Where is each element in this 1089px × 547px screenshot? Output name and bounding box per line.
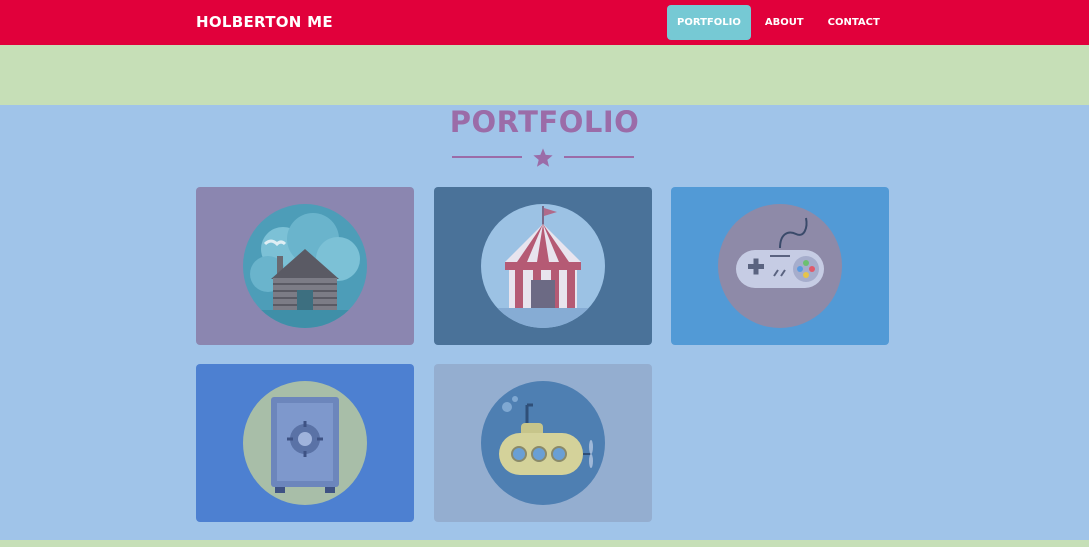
circus-tent-icon bbox=[481, 204, 605, 328]
nav-menu: PORTFOLIO ABOUT CONTACT bbox=[667, 5, 894, 40]
footer-band bbox=[0, 540, 1089, 547]
portfolio-item-cabin[interactable] bbox=[196, 187, 414, 345]
submarine-icon bbox=[481, 381, 605, 505]
safe-icon bbox=[243, 381, 367, 505]
cabin-icon bbox=[243, 204, 367, 328]
portfolio-section: PORTFOLIO bbox=[0, 105, 1089, 540]
nav-link-about[interactable]: ABOUT bbox=[755, 5, 814, 40]
portfolio-item-game-controller[interactable] bbox=[671, 187, 889, 345]
nav-link-portfolio[interactable]: PORTFOLIO bbox=[667, 5, 751, 40]
star-icon bbox=[533, 148, 553, 167]
nav-link-contact[interactable]: CONTACT bbox=[818, 5, 890, 40]
header-band bbox=[0, 45, 1089, 105]
portfolio-item-circus-tent[interactable] bbox=[434, 187, 652, 345]
section-title: PORTFOLIO bbox=[449, 105, 640, 139]
section-divider bbox=[452, 147, 634, 167]
navbar: HOLBERTON ME PORTFOLIO ABOUT CONTACT bbox=[0, 0, 1089, 45]
portfolio-item-safe[interactable] bbox=[196, 364, 414, 522]
brand-logo[interactable]: HOLBERTON ME bbox=[196, 13, 333, 31]
divider-line-right bbox=[564, 156, 634, 158]
portfolio-item-submarine[interactable] bbox=[434, 364, 652, 522]
game-controller-icon bbox=[718, 204, 842, 328]
divider-line-left bbox=[452, 156, 522, 158]
